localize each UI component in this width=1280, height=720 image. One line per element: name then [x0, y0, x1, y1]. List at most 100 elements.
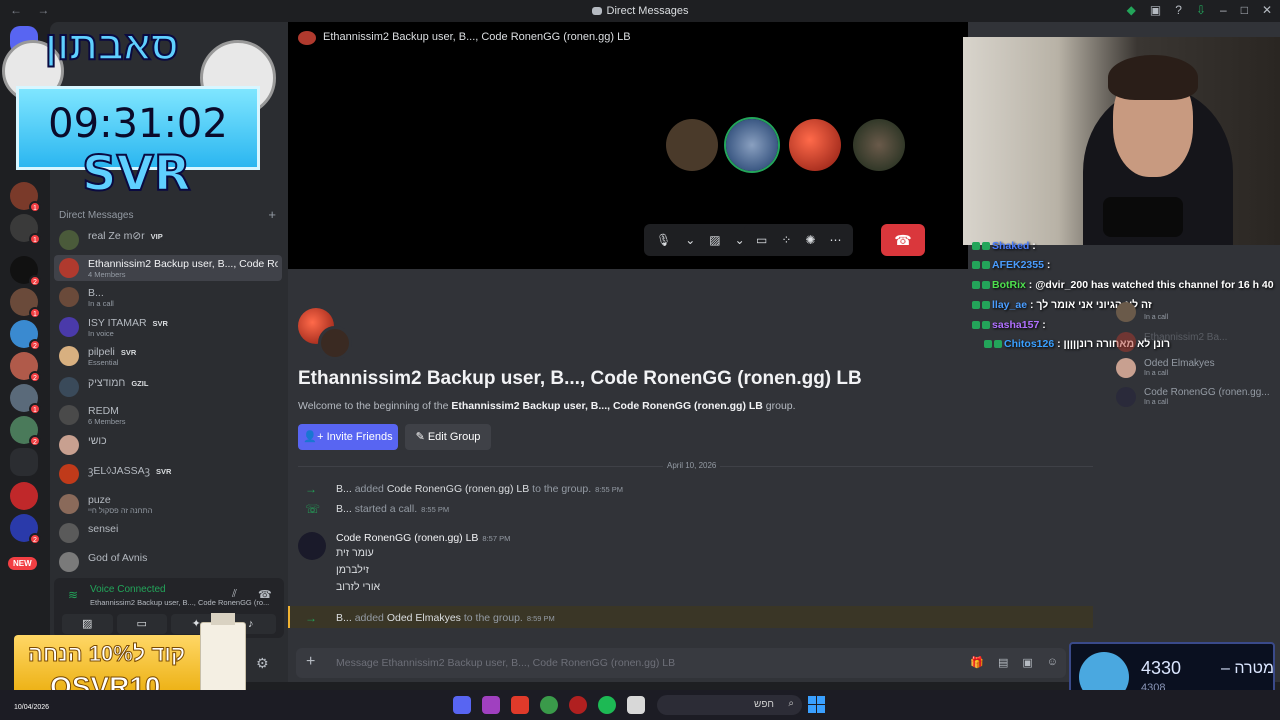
disconnect-icon[interactable]: ☎ [258, 588, 272, 601]
member-item[interactable]: Ethannissim2 Ba... [1116, 330, 1280, 356]
more-icon[interactable]: ⋯ [829, 233, 841, 247]
gif-icon[interactable]: ▤ [998, 656, 1008, 669]
dm-item[interactable]: REDM 6 Members [54, 402, 282, 428]
screenshare-button[interactable]: ▭ [116, 614, 167, 634]
dm-item[interactable]: sensei [54, 520, 282, 546]
system-message: B... added Oded Elmakyes to the group. 8:… [336, 612, 555, 624]
server-icon[interactable] [10, 448, 38, 476]
dm-item[interactable]: real Ze m⊘r VIP [54, 227, 282, 253]
emoji-icon[interactable]: ☺ [1047, 656, 1058, 669]
dm-item[interactable]: pilpeli SVR Essential [54, 343, 282, 369]
system-message: B... added Code RonenGG (ronen.gg) LB to… [336, 483, 624, 495]
avatar [59, 230, 79, 250]
server-icon[interactable]: 1 [10, 288, 41, 319]
group-avatar [298, 308, 352, 360]
member-item[interactable]: Code RonenGG (ronen.gg... In a call [1116, 385, 1280, 411]
sticker-icon[interactable]: ▣ [1022, 656, 1032, 669]
server-icon[interactable]: 2 [10, 514, 41, 545]
windows-start-icon[interactable] [808, 696, 825, 713]
camera-off-icon[interactable]: ▨ [709, 233, 720, 247]
voice-status[interactable]: Voice Connected [90, 584, 166, 595]
hangup-button[interactable]: ☎ [881, 224, 925, 256]
role-tag: SVR [118, 348, 139, 357]
server-icon[interactable]: 1 [10, 182, 41, 213]
avatar [1116, 387, 1136, 407]
call-title: Ethannissim2 Backup user, B..., Code Ron… [323, 31, 631, 43]
server-icon[interactable]: 2 [10, 416, 41, 447]
chat-line: sasha157 : [972, 319, 1046, 331]
pencil-icon: ✎ [415, 431, 428, 443]
server-icon[interactable]: 1 [10, 214, 41, 245]
role-tag: GZIL [129, 379, 151, 388]
server-icon[interactable]: 2 [10, 256, 41, 287]
download-icon[interactable]: ⇩ [1196, 3, 1206, 17]
close-button[interactable]: ✕ [1262, 3, 1272, 17]
app-icon[interactable] [569, 696, 587, 714]
avatar [1116, 302, 1136, 322]
participant-avatar[interactable] [853, 119, 905, 171]
avatar [59, 377, 79, 397]
goal-label: – מטרה [1221, 660, 1274, 677]
call-area: Ethannissim2 Backup user, B..., Code Ron… [288, 22, 968, 269]
dm-section-label: Direct Messages [59, 210, 134, 221]
avatar [59, 287, 79, 307]
server-icon[interactable]: 1 [10, 384, 41, 415]
dm-item[interactable]: puze התחנה זה פסקול חיי [54, 491, 282, 517]
server-icon[interactable]: 2 [10, 320, 41, 351]
settings-gear-icon[interactable]: ⚙ [256, 655, 269, 672]
dm-item-active[interactable]: Ethannissim2 Backup user, B..., Code Ro.… [54, 255, 282, 281]
screenshare-icon[interactable]: ▭ [756, 233, 767, 247]
dm-item[interactable]: God of Avnis [54, 549, 282, 575]
help-icon[interactable]: ? [1175, 3, 1182, 17]
message-author[interactable]: Code RonenGG (ronen.gg) LB 8:57 PM [336, 532, 510, 544]
activities-icon[interactable]: ⁘ [781, 233, 791, 247]
server-icon[interactable]: 2 [10, 352, 41, 383]
discord-icon [591, 7, 602, 16]
new-badge[interactable]: NEW [8, 557, 37, 570]
camera-button[interactable]: ▨ [62, 614, 113, 634]
participant-avatar[interactable] [789, 119, 841, 171]
avatar[interactable] [298, 532, 326, 560]
member-item[interactable]: Oded Elmakyes In a call [1116, 356, 1280, 382]
participant-avatar[interactable] [726, 119, 778, 171]
attach-plus-icon[interactable]: + [306, 653, 315, 671]
app-icon[interactable] [482, 696, 500, 714]
avatar [59, 494, 79, 514]
gift-icon[interactable]: 🎁 [970, 656, 984, 669]
microphone-icon[interactable]: 🎙 [656, 233, 671, 247]
discord-icon[interactable] [453, 696, 471, 714]
message-composer[interactable]: + Message Ethannissim2 Backup user, B...… [296, 648, 1066, 678]
server-icon[interactable] [10, 482, 38, 510]
dm-item[interactable]: כושי [54, 432, 282, 458]
dm-item[interactable]: ꝫEL◊JASSAꝫ SVR [54, 461, 282, 487]
invite-friends-button[interactable]: 👤+ Invite Friends [298, 424, 398, 450]
spotify-icon[interactable] [598, 696, 616, 714]
chevron-down-icon[interactable]: ⌄ [685, 233, 695, 247]
inbox-icon[interactable]: ▣ [1150, 3, 1161, 17]
chat-line: BotRix : @dvir_200 has watched this chan… [972, 279, 1274, 291]
edit-group-button[interactable]: ✎ Edit Group [405, 424, 491, 450]
dm-item[interactable]: חמודציק GZIL [54, 374, 282, 400]
titlebar-controls: ◆ ▣ ? ⇩ – □ ✕ [1127, 3, 1272, 17]
maximize-button[interactable]: □ [1241, 3, 1248, 17]
app-icon[interactable] [511, 696, 529, 714]
taskbar-search[interactable]: חפש ⌕ [657, 695, 802, 715]
message-input[interactable]: Message Ethannissim2 Backup user, B..., … [336, 657, 675, 669]
file-explorer-icon[interactable] [627, 696, 645, 714]
voice-channel[interactable]: Ethannissim2 Backup user, B..., Code Ron… [90, 598, 269, 607]
nitro-icon[interactable]: ◆ [1127, 3, 1136, 17]
minimize-button[interactable]: – [1220, 3, 1227, 17]
noise-suppression-icon[interactable]: ⫽ [232, 588, 237, 601]
message-line: זילברמן [336, 564, 369, 576]
create-dm-button[interactable]: + [268, 207, 276, 222]
signal-icon[interactable]: ≋ [68, 588, 82, 602]
search-icon: ⌕ [788, 698, 794, 709]
dm-item[interactable]: ISY ITAMAR SVR In voice [54, 314, 282, 340]
dm-item[interactable]: B... In a call [54, 284, 282, 310]
avatar [59, 464, 79, 484]
participant-avatar[interactable] [666, 119, 718, 171]
date-divider: April 10, 2026 [298, 461, 1093, 470]
member-item[interactable]: In a call [1116, 300, 1280, 326]
chrome-icon[interactable] [540, 696, 558, 714]
soundboard-icon[interactable]: ✺ [805, 233, 815, 247]
